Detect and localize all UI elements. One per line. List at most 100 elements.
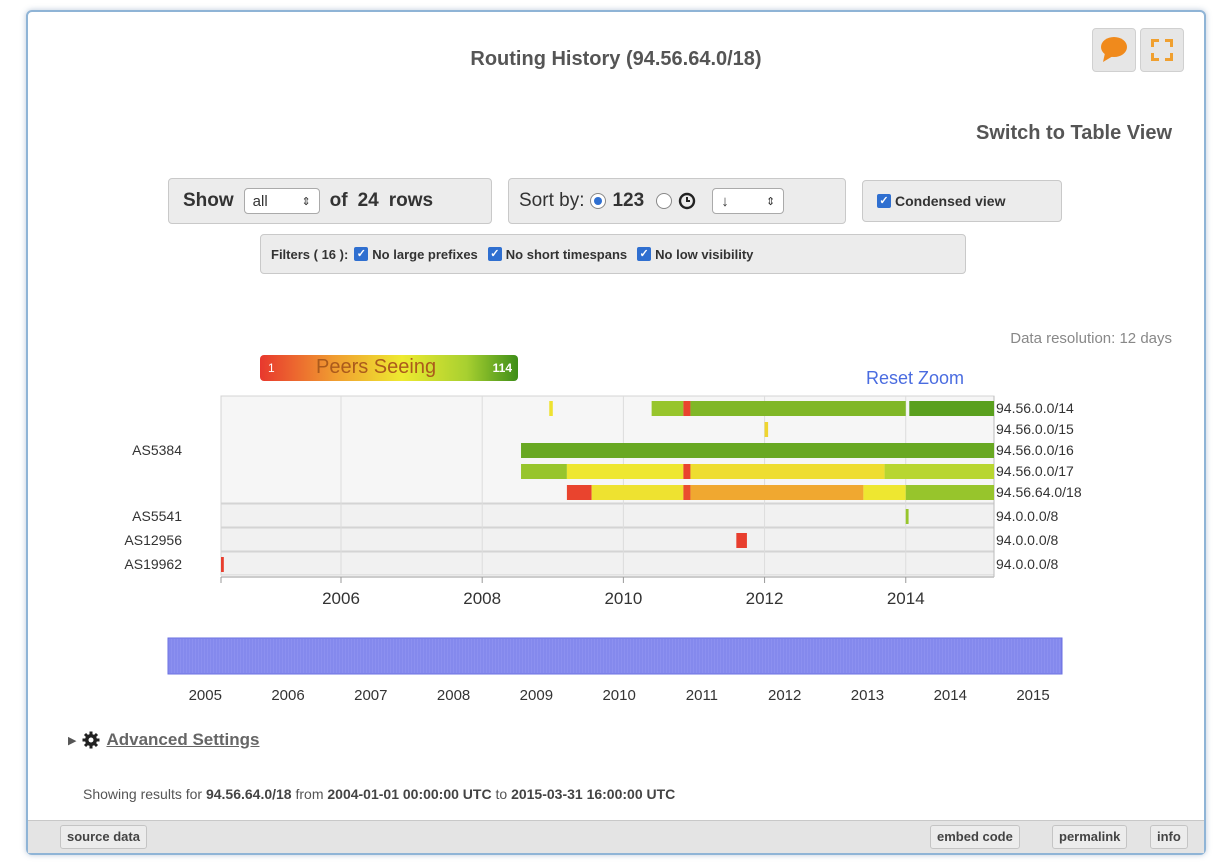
heatmap-segment	[221, 557, 224, 572]
embed-code-button[interactable]: embed code	[930, 825, 1020, 849]
navigator-tick-label: 2005	[188, 687, 222, 704]
heatmap-segment	[521, 464, 567, 479]
heatmap-segment	[905, 509, 909, 524]
x-tick-label: 2012	[745, 589, 784, 608]
heatmap-segment	[651, 401, 684, 416]
sort-direction-select[interactable]: ↓ ⇕	[712, 188, 785, 214]
navigator-tick-label: 2011	[685, 687, 719, 704]
asn-label: AS19962	[124, 555, 182, 572]
navigator-tick-label: 2009	[519, 687, 554, 704]
show-rows-control: Show all ⇕ of 24 rows	[168, 178, 492, 224]
heatmap-segment	[764, 422, 769, 437]
prefix-label: 94.0.0.0/8	[996, 508, 1059, 524]
heatmap-segment	[690, 464, 885, 479]
routing-history-widget: Routing History (94.56.64.0/18) Switch t…	[26, 10, 1206, 855]
heatmap-segment	[884, 464, 994, 479]
asn-label: AS5541	[132, 507, 182, 524]
expand-triangle-icon: ▶	[68, 734, 77, 747]
time-navigator[interactable]	[28, 636, 1208, 678]
asn-group-band	[220, 551, 995, 576]
navigator-tick-label: 2010	[602, 687, 636, 704]
x-tick-label: 2014	[886, 589, 925, 608]
status-text: from	[295, 786, 324, 802]
heatmap-segment	[905, 485, 994, 500]
condensed-view-label: Condensed view	[895, 193, 1006, 209]
peers-seeing-legend: 1 Peers Seeing 114	[260, 355, 518, 381]
filter-checkbox[interactable]: ✓	[637, 247, 652, 261]
prefix-label: 94.56.0.0/16	[996, 442, 1074, 458]
heatmap-segment	[736, 533, 747, 548]
widget-footer: source data embed code permalink info	[28, 820, 1204, 853]
feedback-button[interactable]	[1092, 28, 1136, 72]
status-text: Showing results for	[83, 786, 203, 802]
prefix-label: 94.56.0.0/17	[996, 463, 1074, 479]
heatmap-segment	[566, 485, 592, 500]
advanced-settings-toggle[interactable]: ▶ Advanced Settings	[68, 730, 260, 750]
reset-zoom-button[interactable]: Reset Zoom	[866, 368, 964, 389]
prefix-label: 94.0.0.0/8	[996, 556, 1059, 572]
row-count: 24	[357, 190, 379, 211]
prefix-label: 94.56.0.0/15	[996, 421, 1074, 437]
prefix-label: 94.0.0.0/8	[996, 532, 1059, 548]
sort-time-radio[interactable]	[656, 193, 673, 209]
heatmap-segment	[591, 485, 684, 500]
status-end-time: 2015-03-31 16:00:00 UTC	[511, 786, 676, 802]
sort-by-label: Sort by:	[519, 190, 585, 211]
sort-prefix-radio[interactable]	[590, 193, 607, 209]
navigator-tick-label: 2013	[850, 687, 885, 704]
x-tick-label: 2010	[604, 589, 643, 608]
legend-max: 114	[492, 361, 512, 375]
heatmap-segment	[521, 443, 994, 458]
navigator-tick-label: 2015	[1016, 687, 1050, 704]
filter-checkbox[interactable]: ✓	[487, 247, 502, 261]
switch-to-table-view-link[interactable]: Switch to Table View	[976, 122, 1172, 145]
asn-label: AS12956	[124, 531, 182, 548]
heatmap-segment	[683, 464, 691, 479]
navigator-tick-label: 2012	[768, 687, 802, 704]
sort-prefix-label: 123	[612, 190, 645, 211]
condensed-view-checkbox[interactable]: ✓	[877, 194, 891, 208]
advanced-settings-link[interactable]: Advanced Settings	[106, 730, 259, 750]
status-resource: 94.56.64.0/18	[205, 786, 292, 802]
navigator-tick-label: 2014	[933, 687, 967, 704]
expand-icon	[1151, 39, 1173, 61]
navigator-tick-label: 2006	[271, 687, 305, 704]
info-button[interactable]: info	[1150, 825, 1188, 849]
heatmap-segment	[863, 485, 906, 500]
heatmap-segment	[690, 485, 864, 500]
rows-label: rows	[388, 190, 434, 211]
heatmap-segment	[566, 464, 684, 479]
sort-by-control: Sort by: 123 ↓ ⇕	[508, 178, 846, 224]
navigator-tick-label: 2007	[354, 687, 388, 704]
x-tick-label: 2006	[322, 589, 360, 608]
filter-no-short-timespans[interactable]: No short timespans	[506, 247, 627, 262]
of-label: of	[329, 190, 348, 211]
source-data-button[interactable]: source data	[60, 825, 147, 849]
results-summary: Showing results for 94.56.64.0/18 from 2…	[83, 786, 675, 802]
asn-group-band	[220, 503, 995, 528]
legend-label: Peers Seeing	[316, 356, 437, 378]
gear-icon	[82, 731, 100, 749]
status-text: to	[495, 786, 508, 802]
select-arrows-icon: ⇕	[301, 195, 311, 208]
filter-no-large-prefixes[interactable]: No large prefixes	[372, 247, 478, 262]
heatmap-segment	[683, 485, 691, 500]
legend-min: 1	[268, 361, 275, 375]
heatmap-segment	[909, 401, 994, 416]
filter-no-low-visibility[interactable]: No low visibility	[655, 247, 753, 262]
heatmap-segment	[690, 401, 906, 416]
condensed-view-toggle[interactable]: ✓ Condensed view	[862, 180, 1062, 222]
asn-group-band	[220, 527, 995, 552]
widget-title: Routing History (94.56.64.0/18)	[470, 48, 762, 70]
filter-checkbox[interactable]: ✓	[354, 247, 369, 261]
show-rows-select[interactable]: all ⇕	[243, 188, 320, 214]
fullscreen-button[interactable]	[1140, 28, 1184, 72]
show-label: Show	[183, 190, 234, 211]
heatmap-segment	[683, 401, 691, 416]
asn-label: AS5384	[132, 441, 182, 458]
clock-icon	[678, 192, 696, 210]
status-start-time: 2004-01-01 00:00:00 UTC	[327, 786, 492, 802]
data-resolution: Data resolution: 12 days	[1010, 330, 1172, 347]
permalink-button[interactable]: permalink	[1052, 825, 1128, 849]
filters-bar: Filters ( 16 ): ✓ No large prefixes ✓ No…	[260, 234, 966, 274]
